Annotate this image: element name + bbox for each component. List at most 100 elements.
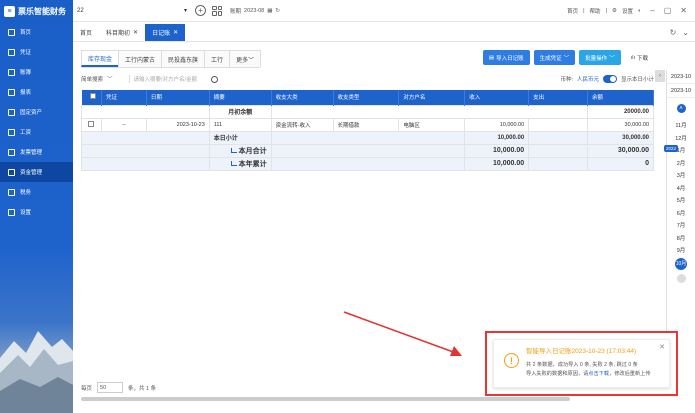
notification-body: 共 2 条数据，成功导入 0 条, 失败 2 条, 跳过 0 条 导入失败的数据… bbox=[526, 361, 663, 379]
sidebar-item-label: 资金管理 bbox=[20, 170, 43, 176]
sidebar-item-report[interactable]: 报表 bbox=[0, 82, 73, 102]
tab-journal[interactable]: 日记账 ✕ bbox=[145, 24, 186, 41]
col-category[interactable]: 收支大类 bbox=[271, 90, 334, 105]
gear-icon[interactable]: ⚙ bbox=[612, 8, 617, 14]
tab-home[interactable]: 首页 bbox=[73, 24, 99, 41]
chevron-down-icon: ﹀ bbox=[563, 55, 570, 62]
month-item[interactable]: 5月 bbox=[667, 194, 695, 207]
month-item[interactable]: 3月 bbox=[667, 169, 695, 182]
search-icon[interactable] bbox=[210, 75, 218, 83]
col-income[interactable]: 收入 bbox=[464, 90, 530, 105]
month-navigator: 2023-10 2023-10 ˄ 11月 12月 1月 2月 3月 4月 5月… bbox=[666, 70, 695, 352]
bar-chart-icon bbox=[230, 147, 237, 153]
close-window-icon[interactable]: ✕ bbox=[680, 6, 687, 15]
account-select[interactable]: 22 ▾ bbox=[77, 7, 187, 15]
sidebar-item-fund[interactable]: 资金管理 bbox=[0, 162, 73, 182]
search-mode-select[interactable]: 简单搜索 bbox=[81, 75, 103, 83]
month-item[interactable]: 12月 bbox=[667, 132, 695, 145]
bar-chart-icon bbox=[230, 160, 237, 166]
tax-icon bbox=[8, 188, 15, 196]
day-total-income: 10,000.00 bbox=[464, 130, 530, 145]
tab-more[interactable]: 更多 ﹀ bbox=[229, 50, 262, 67]
month-item[interactable]: 2月 bbox=[667, 157, 695, 170]
col-date[interactable]: 日期 bbox=[146, 90, 210, 105]
month-item[interactable]: 9月 bbox=[667, 244, 695, 257]
minimize-icon[interactable]: – bbox=[650, 6, 654, 15]
collapse-panel-icon[interactable]: ‹ bbox=[655, 70, 665, 82]
horizontal-scrollbar[interactable] bbox=[81, 397, 570, 401]
download-failed-link[interactable]: 点击下载 bbox=[588, 371, 609, 377]
currency-select[interactable]: 人民币元 bbox=[577, 75, 599, 83]
tab-mintou-xindongqi[interactable]: 民投鑫东旗 bbox=[161, 50, 206, 67]
col-voucher[interactable]: 凭证 bbox=[101, 90, 147, 105]
month-item[interactable]: 7月 bbox=[667, 219, 695, 232]
notification-line2: 导入失败的数据和原因，请点击下载，修改后重新上传 bbox=[526, 370, 663, 379]
chevron-up-icon[interactable]: ˄ bbox=[676, 104, 686, 113]
opening-balance: 20000.00 bbox=[587, 104, 654, 119]
close-icon[interactable]: ✕ bbox=[173, 29, 178, 36]
import-journal-button[interactable]: ▤ 导入日记账 bbox=[482, 50, 530, 65]
refresh-icon[interactable]: ↻ bbox=[275, 8, 280, 14]
day-total-balance: 30,000.00 bbox=[587, 130, 654, 145]
maximize-icon[interactable]: ▢ bbox=[664, 6, 672, 15]
download-button[interactable]: ılı 下载 bbox=[624, 50, 654, 65]
sidebar-item-invoice[interactable]: 发票管理 bbox=[0, 142, 73, 162]
link-help[interactable]: 帮助 bbox=[590, 7, 601, 15]
sidebar-item-home[interactable]: 首页 bbox=[0, 22, 73, 42]
col-expense[interactable]: 支出 bbox=[528, 90, 589, 105]
add-icon[interactable]: + bbox=[195, 5, 206, 16]
tab-label: 科目期初 bbox=[106, 31, 131, 37]
sidebar-item-salary[interactable]: 工资 bbox=[0, 122, 73, 142]
chevron-down-icon[interactable]: ﹀ bbox=[107, 75, 113, 83]
link-settings[interactable]: 设置 bbox=[622, 7, 633, 15]
month-item[interactable]: 8月 bbox=[667, 232, 695, 245]
period-label: 账期 bbox=[230, 8, 242, 15]
generate-voucher-button[interactable]: 生成凭证 ﹀ bbox=[533, 50, 576, 65]
tab-menu-chevron-icon[interactable]: ⌄ bbox=[682, 28, 689, 37]
cell-balance: 30,000.00 bbox=[587, 117, 654, 132]
year-total-row: 本年累计 10,000.00 0 bbox=[81, 156, 654, 171]
user-icon[interactable]: ◐ bbox=[638, 8, 641, 14]
tab-icbc[interactable]: 工行 bbox=[204, 50, 231, 67]
col-balance[interactable]: 余额 bbox=[587, 90, 654, 105]
chevron-down-icon[interactable] bbox=[676, 273, 686, 283]
page-size-input[interactable]: 50 bbox=[97, 382, 124, 393]
month-item[interactable]: 4月 bbox=[667, 182, 695, 195]
col-type[interactable]: 收支类型 bbox=[333, 90, 400, 105]
ledger-icon bbox=[8, 68, 15, 76]
month-item[interactable]: 11月 bbox=[667, 119, 695, 132]
tab-icbc-inner-mongolia[interactable]: 工行内蒙古 bbox=[118, 50, 163, 67]
month-item-current[interactable]: 10月 bbox=[675, 257, 687, 270]
batch-actions-button[interactable]: 批量操作 ﹀ bbox=[579, 50, 621, 65]
sidebar-item-label: 设置 bbox=[20, 210, 32, 216]
journal-table: 凭证 日期 摘要 收支大类 收支类型 对方户名 收入 支出 余额 月初余额 20… bbox=[81, 90, 654, 171]
year-total-expense bbox=[528, 156, 589, 171]
reload-icon[interactable]: ↻ bbox=[670, 28, 677, 37]
period-picker[interactable]: 账期 2023-08 ▦ ↻ bbox=[230, 7, 280, 15]
col-counterparty[interactable]: 对方户名 bbox=[398, 90, 466, 105]
daily-subtotal-toggle[interactable] bbox=[602, 75, 617, 83]
year-total-balance: 0 bbox=[587, 156, 654, 171]
sidebar-item-ledger[interactable]: 账簿 bbox=[0, 62, 73, 82]
sidebar-item-settings[interactable]: 设置 bbox=[0, 202, 73, 222]
search-input[interactable]: 请输入摘要/对方户名/金额 bbox=[128, 75, 205, 83]
close-icon[interactable]: ✕ bbox=[133, 29, 138, 36]
batch-label: 批量操作 bbox=[585, 55, 608, 62]
tab-cash[interactable]: 库存现金 bbox=[81, 50, 120, 67]
link-home[interactable]: 首页 bbox=[567, 7, 578, 15]
sidebar-item-asset[interactable]: 固定资产 bbox=[0, 102, 73, 122]
close-icon[interactable]: ✕ bbox=[659, 343, 665, 351]
row-checkbox[interactable] bbox=[81, 117, 102, 132]
select-all-checkbox[interactable] bbox=[81, 90, 102, 105]
month-total-label: 本月合计 bbox=[238, 147, 267, 155]
generate-label: 生成凭证 bbox=[539, 55, 562, 62]
apps-grid-icon[interactable] bbox=[212, 5, 222, 16]
month-item[interactable]: 6月 bbox=[667, 207, 695, 220]
import-label: 导入日记账 bbox=[496, 55, 524, 62]
sidebar-item-tax[interactable]: 税务 bbox=[0, 182, 73, 202]
tab-subject-opening[interactable]: 科目期初 ✕ bbox=[99, 24, 145, 41]
table-row[interactable]: -- 2023-10-23 111 资金流转-收入 长期借款 电脑区 10,00… bbox=[81, 117, 654, 132]
sidebar-item-voucher[interactable]: 凭证 bbox=[0, 42, 73, 62]
fund-icon bbox=[8, 168, 15, 176]
col-summary[interactable]: 摘要 bbox=[209, 90, 272, 105]
